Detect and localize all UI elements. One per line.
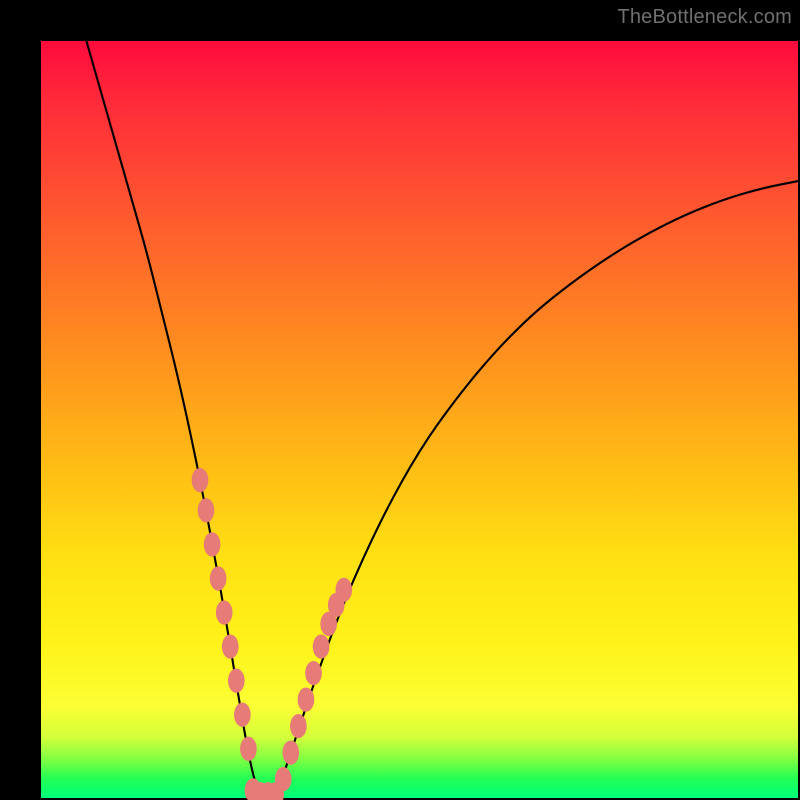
highlight-dot xyxy=(305,661,322,685)
highlight-dot xyxy=(198,498,215,522)
chart-frame: TheBottleneck.com xyxy=(0,0,800,800)
highlight-dot xyxy=(204,532,221,556)
highlight-dot xyxy=(275,767,292,791)
bottleneck-curve xyxy=(86,41,798,798)
highlight-dot xyxy=(228,669,245,693)
highlight-dot xyxy=(210,566,227,590)
highlight-dot xyxy=(282,740,299,764)
highlight-dot xyxy=(192,468,209,492)
highlight-dot xyxy=(240,737,257,761)
plot-area xyxy=(41,41,798,798)
highlight-dot xyxy=(298,687,315,711)
chart-svg xyxy=(41,41,798,798)
highlight-dot xyxy=(313,634,330,658)
highlight-dot xyxy=(216,600,233,624)
highlight-dot xyxy=(335,578,352,602)
highlight-dot xyxy=(222,634,239,658)
watermark-text: TheBottleneck.com xyxy=(617,6,792,29)
highlight-dot xyxy=(290,714,307,738)
highlight-dots xyxy=(192,468,352,800)
highlight-dot xyxy=(234,703,251,727)
